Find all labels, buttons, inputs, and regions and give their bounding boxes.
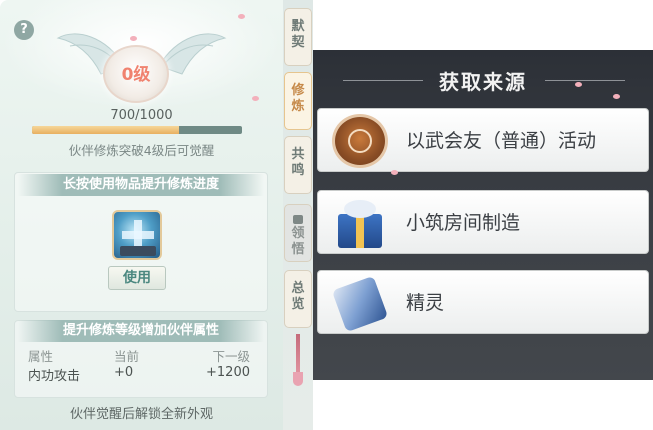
- source-label: 小筑房间制造: [406, 212, 521, 234]
- tab-label-bottom: 炼: [291, 99, 305, 114]
- attribute-next-value: +1200: [206, 365, 250, 380]
- awaken-unlock-note: 伙伴觉醒后解锁全新外观: [69, 407, 213, 422]
- petal-decoration-icon: [391, 170, 398, 175]
- use-button[interactable]: 使用: [108, 266, 166, 290]
- item-base: [120, 246, 156, 256]
- source-label: 以武会友（普通）活动: [406, 130, 597, 152]
- tab-label-bottom: 览: [291, 297, 305, 312]
- tab-label-top: 领: [291, 226, 305, 241]
- source-item-spirit[interactable]: 精灵: [317, 270, 649, 334]
- petal-decoration-icon: [252, 96, 259, 101]
- scroll-roll: [331, 275, 389, 333]
- title-divider-right: [545, 80, 625, 81]
- help-icon[interactable]: ?: [14, 20, 34, 40]
- tab-label-top: 总: [291, 281, 305, 296]
- source-item-cottage-craft[interactable]: 小筑房间制造: [317, 190, 649, 254]
- item-glyph-horizontal: [122, 231, 154, 239]
- source-panel: 获取来源 以武会友（普通）活动 小筑房间制造 精灵: [313, 50, 653, 380]
- tab-label-top: 修: [291, 83, 305, 98]
- attribute-name: 内功攻击: [28, 369, 81, 384]
- source-item-martial-meet[interactable]: 以武会友（普通）活动: [317, 108, 649, 172]
- petal-decoration-icon: [613, 94, 620, 99]
- level-label: 0级: [121, 65, 151, 85]
- gift-box-icon: [332, 196, 388, 250]
- column-current: 当前: [114, 349, 140, 364]
- medal-inner-ring: [348, 129, 372, 153]
- attribute-header: 提升修炼等级增加伙伴属性: [18, 320, 264, 342]
- progress-text: 700/1000: [110, 108, 173, 123]
- tab-label-top: 共: [291, 147, 305, 162]
- petal-decoration-icon: [238, 14, 245, 19]
- tab-label-bottom: 契: [291, 35, 305, 50]
- tab-label-bottom: 鸣: [291, 163, 305, 178]
- tab-overview[interactable]: 总 览: [284, 270, 312, 328]
- gift-box-ribbon: [356, 214, 364, 248]
- cultivation-panel: ? 0级 700/1000 伙伴修炼突破4级后可觉醒 长按使用物品提升修炼进度 …: [0, 0, 283, 430]
- medal-icon: [332, 114, 388, 168]
- progress-bar-fill: [32, 126, 179, 134]
- lock-icon: [293, 215, 303, 224]
- source-label: 精灵: [406, 292, 445, 314]
- scroll-icon: [331, 275, 389, 333]
- column-attribute: 属性: [28, 349, 54, 364]
- awaken-hint: 伙伴修炼突破4级后可觉醒: [68, 143, 215, 158]
- use-item-header: 长按使用物品提升修炼进度: [18, 174, 264, 196]
- petal-decoration-icon: [130, 36, 137, 41]
- tab-resonance[interactable]: 共 鸣: [284, 136, 312, 194]
- attribute-current-value: +0: [114, 365, 134, 380]
- tab-label-top: 默: [291, 19, 305, 34]
- progress-bar: [32, 126, 242, 134]
- tab-cultivation[interactable]: 修 炼: [284, 72, 312, 130]
- tab-tacit[interactable]: 默 契: [284, 8, 312, 66]
- tassel-icon: [293, 372, 303, 386]
- gift-box-bow: [344, 200, 376, 218]
- tab-label-bottom: 悟: [291, 242, 305, 257]
- tab-comprehension[interactable]: 领 悟: [284, 204, 312, 262]
- level-orb: 0级: [103, 45, 169, 103]
- petal-decoration-icon: [575, 82, 582, 87]
- column-next-level: 下一级: [212, 349, 250, 364]
- blue-orb-item-icon[interactable]: [112, 210, 162, 260]
